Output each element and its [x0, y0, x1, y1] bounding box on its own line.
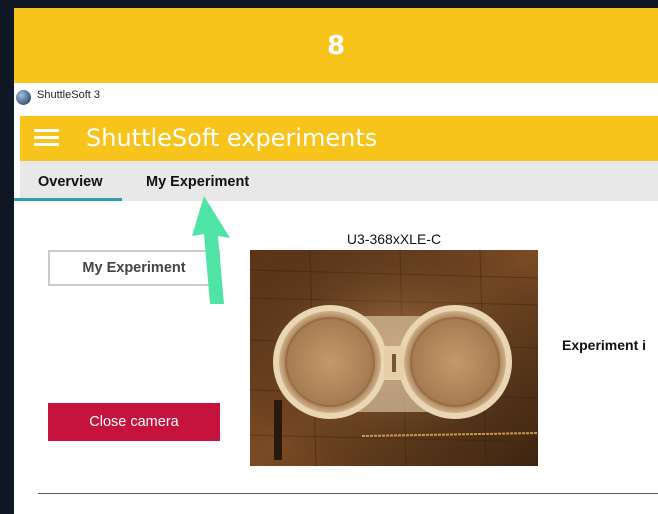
camera-feed [250, 250, 538, 466]
divider [38, 493, 658, 494]
app-window: ShuttleSoft 3 ShuttleSoft experiments Ov… [14, 83, 658, 514]
step-number: 8 [326, 30, 346, 61]
main-content: My Experiment U3-368xXLE-C Experiment i … [14, 201, 658, 514]
experiment-label: Experiment i [562, 337, 647, 353]
step-banner: 8 [14, 8, 658, 83]
tab-overview[interactable]: Overview [38, 161, 103, 201]
app-globe-icon [16, 90, 31, 105]
window-title: ShuttleSoft 3 [37, 89, 100, 101]
tab-bar: Overview My Experiment [20, 161, 658, 201]
hamburger-menu-icon[interactable] [34, 129, 59, 147]
camera-label: U3-368xXLE-C [346, 231, 442, 247]
app-bar: ShuttleSoft experiments [20, 116, 658, 161]
window-titlebar: ShuttleSoft 3 [14, 83, 658, 113]
app-title: ShuttleSoft experiments [86, 124, 378, 152]
pointer-arrow-icon [192, 196, 230, 304]
close-camera-button[interactable]: Close camera [48, 403, 220, 441]
